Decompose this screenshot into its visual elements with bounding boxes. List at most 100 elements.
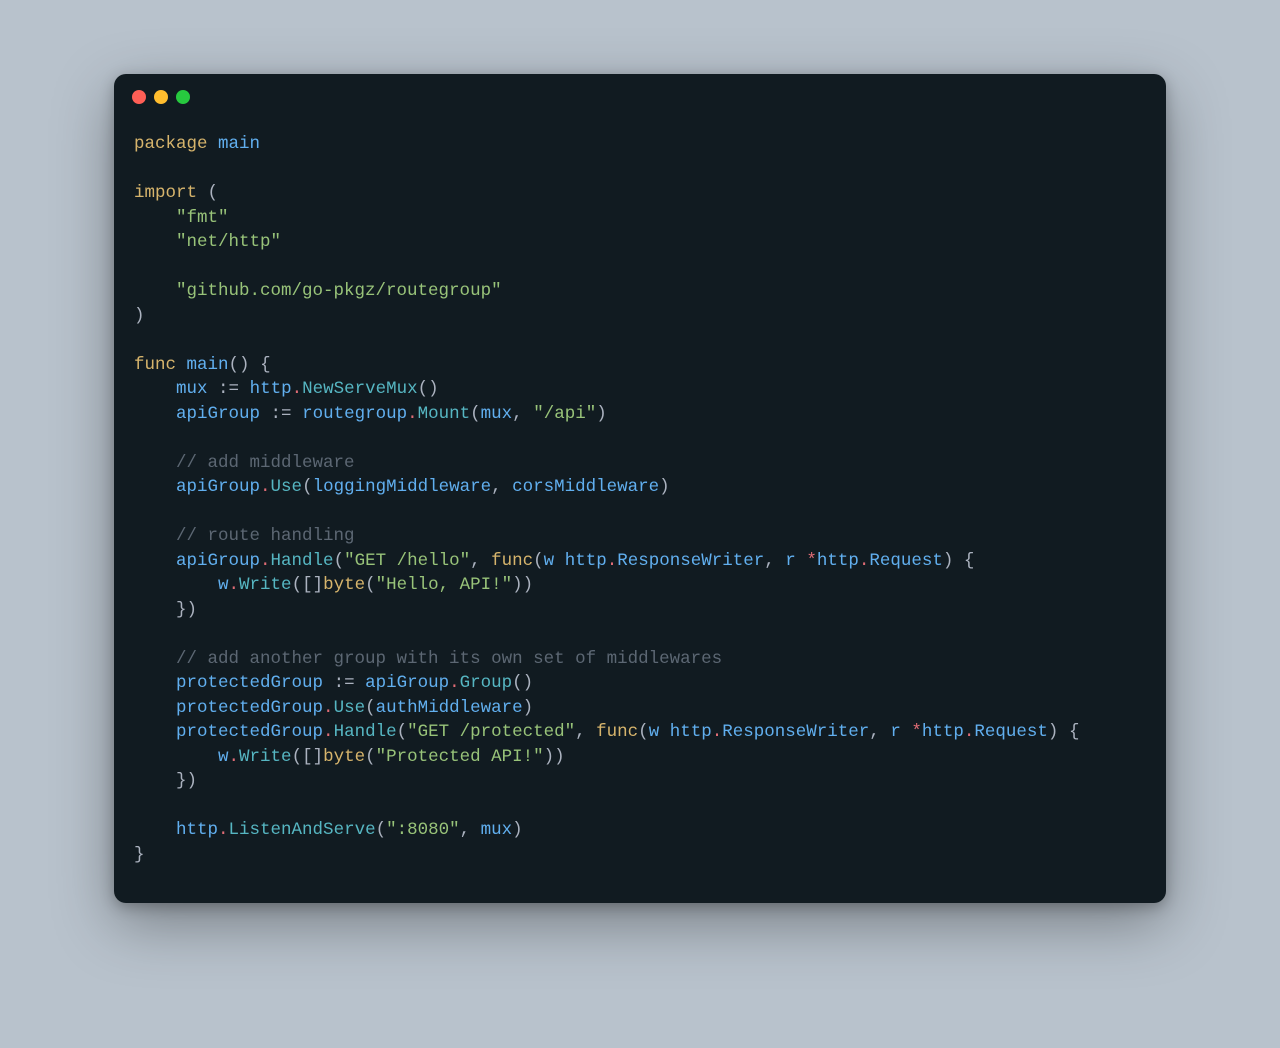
paren-open: ( xyxy=(292,575,303,595)
comment-middleware: // add middleware xyxy=(176,453,355,473)
assign: := xyxy=(334,673,355,693)
comment-route: // route handling xyxy=(176,526,355,546)
ident-request: Request xyxy=(974,722,1048,742)
ident-responsewriter: ResponseWriter xyxy=(722,722,869,742)
brace-close: } xyxy=(134,845,145,865)
code-window: package main import ( "fmt" "net/http" "… xyxy=(114,74,1166,903)
bracket-slice: [] xyxy=(302,747,323,767)
fn-handle: Handle xyxy=(334,722,397,742)
keyword-func: func xyxy=(491,551,533,571)
ident-apigroup: apiGroup xyxy=(176,404,260,424)
ident-w: w xyxy=(544,551,555,571)
comment-group: // add another group with its own set of… xyxy=(176,649,722,669)
ident-apigroup: apiGroup xyxy=(176,477,260,497)
close-icon[interactable] xyxy=(132,90,146,104)
string-route: "GET /protected" xyxy=(407,722,575,742)
paren-open: ( xyxy=(397,722,408,742)
ident-responsewriter: ResponseWriter xyxy=(617,551,764,571)
paren-open: ( xyxy=(365,698,376,718)
paren-close: ) xyxy=(523,575,534,595)
line-26: w.Write([]byte("Protected API!")) xyxy=(218,747,565,767)
dot-op: . xyxy=(260,551,271,571)
paren-close: ) xyxy=(512,820,523,840)
ident-main: main xyxy=(218,134,260,154)
paren-open: ( xyxy=(365,575,376,595)
ident-http: http xyxy=(250,379,292,399)
dot-op: . xyxy=(229,575,240,595)
ident-http: http xyxy=(565,551,607,571)
paren-close: ) xyxy=(596,404,607,424)
line-29: http.ListenAndServe(":8080", mux) xyxy=(176,820,523,840)
dot-op: . xyxy=(449,673,460,693)
dot-op: . xyxy=(859,551,870,571)
line-15: apiGroup.Use(loggingMiddleware, corsMidd… xyxy=(176,477,670,497)
brace-open: { xyxy=(1069,722,1080,742)
line-12: apiGroup := routegroup.Mount(mux, "/api"… xyxy=(176,404,607,424)
ident-mux: mux xyxy=(176,379,208,399)
paren-call: () xyxy=(229,355,250,375)
keyword-import: import xyxy=(134,183,197,203)
brace-open: { xyxy=(260,355,271,375)
fn-write: Write xyxy=(239,575,292,595)
ident-http: http xyxy=(922,722,964,742)
dot-op: . xyxy=(607,551,618,571)
dot-op: . xyxy=(712,722,723,742)
dot-op: . xyxy=(964,722,975,742)
fn-newservemux: NewServeMux xyxy=(302,379,418,399)
ident-auth: authMiddleware xyxy=(376,698,523,718)
line-19: w.Write([]byte("Hello, API!")) xyxy=(218,575,533,595)
fn-write: Write xyxy=(239,747,292,767)
paren-open: ( xyxy=(365,747,376,767)
maximize-icon[interactable] xyxy=(176,90,190,104)
fn-use: Use xyxy=(334,698,366,718)
paren-close: ) xyxy=(1048,722,1059,742)
comma: , xyxy=(869,722,880,742)
paren-open: ( xyxy=(638,722,649,742)
fn-handle: Handle xyxy=(271,551,334,571)
ident-w: w xyxy=(218,747,229,767)
fn-group: Group xyxy=(460,673,513,693)
ident-w: w xyxy=(218,575,229,595)
comma: , xyxy=(764,551,775,571)
star-op: * xyxy=(806,551,817,571)
assign: := xyxy=(218,379,239,399)
comma: , xyxy=(470,551,481,571)
ident-apigroup: apiGroup xyxy=(365,673,449,693)
fn-use: Use xyxy=(271,477,303,497)
dot-op: . xyxy=(323,698,334,718)
paren-open: ( xyxy=(208,183,219,203)
star-op: * xyxy=(911,722,922,742)
paren-open: ( xyxy=(334,551,345,571)
ident-request: Request xyxy=(869,551,943,571)
titlebar xyxy=(114,74,1166,104)
bracket-slice: [] xyxy=(302,575,323,595)
dot-op: . xyxy=(323,722,334,742)
code-block: package main import ( "fmt" "net/http" "… xyxy=(114,104,1166,903)
string-route: "GET /hello" xyxy=(344,551,470,571)
line-24: protectedGroup.Use(authMiddleware) xyxy=(176,698,533,718)
ident-main-fn: main xyxy=(187,355,229,375)
dot-op: . xyxy=(229,747,240,767)
paren-call: () xyxy=(512,673,533,693)
ident-cors: corsMiddleware xyxy=(512,477,659,497)
keyword-byte: byte xyxy=(323,575,365,595)
ident-logging: loggingMiddleware xyxy=(313,477,492,497)
paren-close: ) xyxy=(512,575,523,595)
line-18: apiGroup.Handle("GET /hello", func(w htt… xyxy=(176,551,974,571)
dot-op: . xyxy=(292,379,303,399)
fn-listenandserve: ListenAndServe xyxy=(229,820,376,840)
comma: , xyxy=(491,477,502,497)
string-fmt: "fmt" xyxy=(176,208,229,228)
line-11: mux := http.NewServeMux() xyxy=(176,379,439,399)
string-port: ":8080" xyxy=(386,820,460,840)
keyword-byte: byte xyxy=(323,747,365,767)
minimize-icon[interactable] xyxy=(154,90,168,104)
dot-op: . xyxy=(407,404,418,424)
paren-close: ) xyxy=(659,477,670,497)
keyword-func: func xyxy=(134,355,176,375)
ident-protectedgroup: protectedGroup xyxy=(176,698,323,718)
line-3: import ( xyxy=(134,183,218,203)
string-protected: "Protected API!" xyxy=(376,747,544,767)
paren-open: ( xyxy=(302,477,313,497)
comma: , xyxy=(512,404,523,424)
